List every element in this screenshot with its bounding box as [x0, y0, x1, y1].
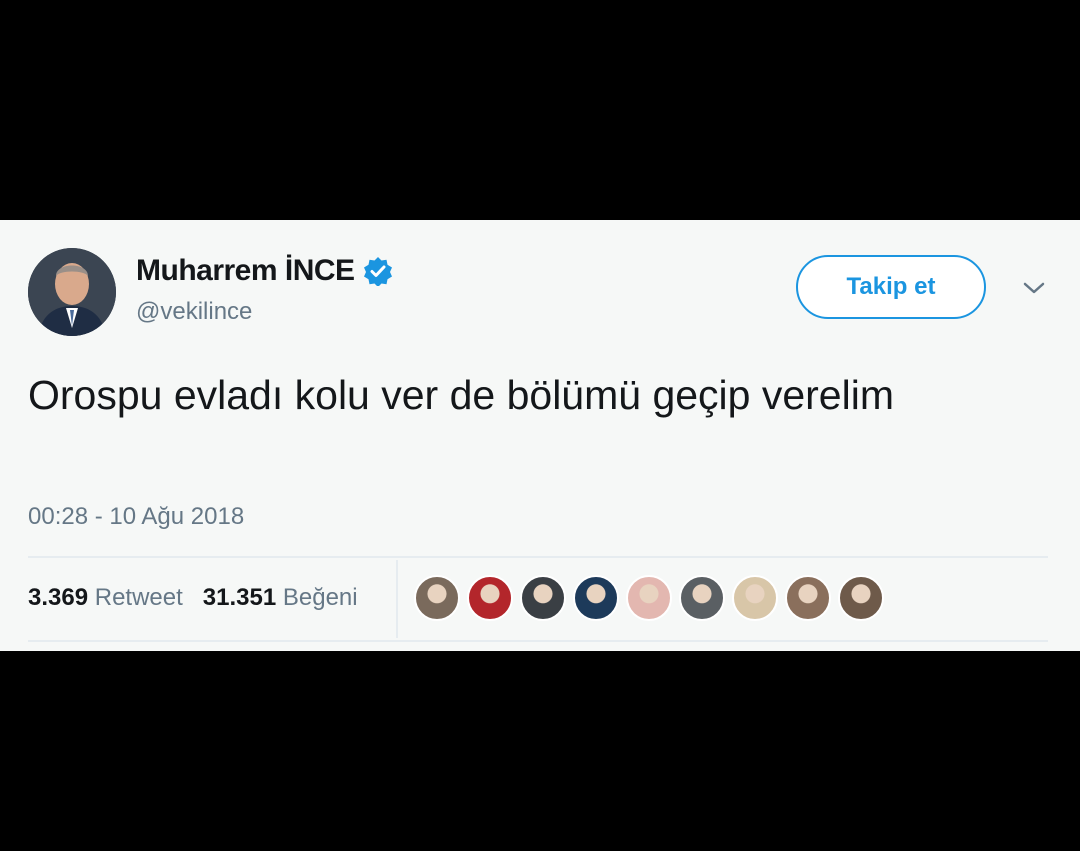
- verified-badge-icon: [363, 257, 392, 286]
- liker-avatar[interactable]: [573, 575, 619, 621]
- engagement-stats: 3.369 Retweet 31.351 Beğeni: [28, 584, 358, 612]
- retweet-label[interactable]: Retweet: [95, 584, 183, 612]
- follow-button[interactable]: Takip et: [796, 255, 986, 319]
- tweet-card: Muharrem İNCE @vekilince Takip et Orospu…: [0, 220, 1080, 651]
- retweet-count[interactable]: 3.369: [28, 584, 88, 612]
- liker-avatar[interactable]: [732, 575, 778, 621]
- avatar[interactable]: [28, 248, 116, 336]
- stats-divider: [396, 560, 398, 638]
- display-name[interactable]: Muharrem İNCE: [136, 254, 355, 288]
- bottom-letterbox: [0, 651, 1080, 851]
- liker-avatar[interactable]: [467, 575, 513, 621]
- divider: [28, 640, 1048, 642]
- divider: [28, 556, 1048, 558]
- tweet-text: Orospu evladı kolu ver de bölümü geçip v…: [28, 372, 894, 418]
- top-letterbox: [0, 0, 1080, 220]
- liker-avatar[interactable]: [679, 575, 725, 621]
- liker-avatar[interactable]: [520, 575, 566, 621]
- liker-avatar[interactable]: [785, 575, 831, 621]
- author-row: Muharrem İNCE: [136, 254, 393, 288]
- liker-avatars: [414, 575, 891, 621]
- liker-avatar[interactable]: [626, 575, 672, 621]
- like-label[interactable]: Beğeni: [283, 584, 358, 612]
- timestamp[interactable]: 00:28 - 10 Ağu 2018: [28, 503, 244, 531]
- liker-avatar[interactable]: [838, 575, 884, 621]
- like-count[interactable]: 31.351: [203, 584, 276, 612]
- handle[interactable]: @vekilince: [136, 298, 252, 326]
- chevron-down-icon[interactable]: [1020, 278, 1048, 298]
- liker-avatar[interactable]: [414, 575, 460, 621]
